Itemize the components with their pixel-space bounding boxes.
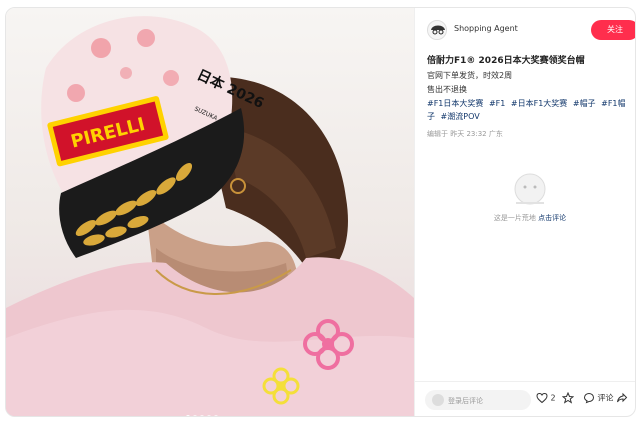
avatar[interactable] xyxy=(427,20,447,40)
carousel-dot[interactable] xyxy=(193,415,197,416)
comment-icon xyxy=(583,392,595,404)
note-line-2: 售出不退换 xyxy=(427,85,467,94)
empty-comments: 这是一片荒地 点击评论 xyxy=(485,173,575,223)
pen-icon xyxy=(432,394,444,406)
tag-list: #F1日本大奖赛 #F1 #日本F1大奖赛 #帽子 #F1帽子 #潮流POV xyxy=(427,97,627,123)
comment-link[interactable]: 点击评论 xyxy=(538,214,566,222)
tag-link[interactable]: #F1日本大奖赛 xyxy=(427,99,483,108)
note-content: 倍耐力F1® 2026日本大奖赛领奖台帽 官网下单发货，时效2周 售出不退换 #… xyxy=(427,54,627,139)
follow-button[interactable]: 关注 xyxy=(591,20,635,40)
comment-button[interactable]: 评论 xyxy=(583,392,614,408)
note-line-1: 官网下单发货，时效2周 xyxy=(427,71,513,80)
bottom-action-bar: 登录后评论 2 评论 xyxy=(415,381,635,416)
like-button[interactable]: 2 xyxy=(536,392,556,408)
author-name[interactable]: Shopping Agent xyxy=(454,24,518,33)
comment-label: 评论 xyxy=(597,393,614,403)
carousel-dot[interactable] xyxy=(214,415,218,416)
carousel-dot[interactable] xyxy=(207,415,211,416)
comment-input[interactable]: 登录后评论 xyxy=(425,390,531,410)
tag-link[interactable]: #帽子 xyxy=(573,99,596,108)
post-image-carousel[interactable]: PIRELLI 日本 2026 SUZUKA xyxy=(6,8,414,416)
collect-button[interactable] xyxy=(561,391,575,408)
note-detail-card: PIRELLI 日本 2026 SUZUKA Shopping Agent 关注… xyxy=(5,7,636,417)
author-row: Shopping Agent 关注 xyxy=(427,18,635,44)
edit-meta: 编辑于 昨天 23:32 广东 xyxy=(427,130,503,138)
note-title: 倍耐力F1® 2026日本大奖赛领奖台帽 xyxy=(427,56,585,66)
tag-link[interactable]: #潮流POV xyxy=(441,112,480,121)
heart-icon xyxy=(536,392,548,404)
carousel-dot[interactable] xyxy=(186,415,190,416)
empty-illustration-icon xyxy=(511,173,549,207)
tag-link[interactable]: #日本F1大奖赛 xyxy=(511,99,567,108)
star-icon xyxy=(561,391,575,404)
empty-text: 这是一片荒地 xyxy=(493,214,536,222)
note-side-panel: Shopping Agent 关注 倍耐力F1® 2026日本大奖赛领奖台帽 官… xyxy=(414,8,635,416)
carousel-indicator[interactable] xyxy=(186,404,221,416)
like-count: 2 xyxy=(550,393,556,403)
share-icon xyxy=(617,392,628,403)
comment-placeholder: 登录后评论 xyxy=(448,397,483,405)
post-photo: PIRELLI 日本 2026 SUZUKA xyxy=(6,16,414,416)
carousel-dot[interactable] xyxy=(200,415,204,416)
tag-link[interactable]: #F1 xyxy=(489,99,505,108)
share-button[interactable] xyxy=(616,392,628,408)
